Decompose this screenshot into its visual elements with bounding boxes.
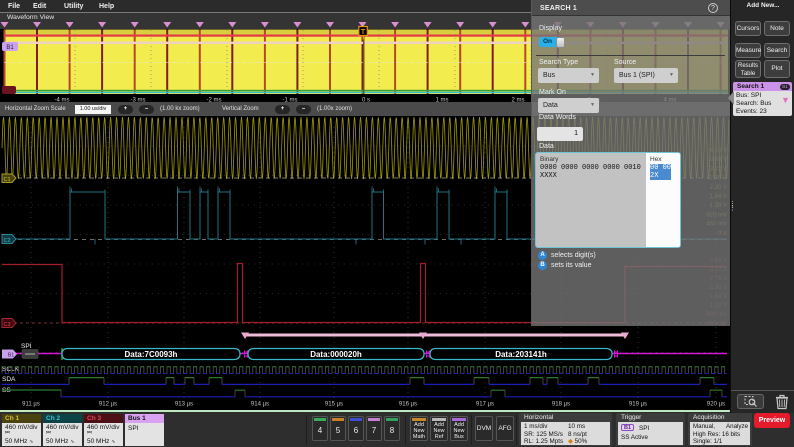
svg-text:914 µs: 914 µs <box>251 402 269 408</box>
svg-text:913 µs: 913 µs <box>175 402 193 408</box>
svg-text:917 µs: 917 µs <box>476 402 494 408</box>
svg-text:915 µs: 915 µs <box>325 402 343 408</box>
svg-text:C2: C2 <box>3 238 10 244</box>
svg-text:C3: C3 <box>3 322 10 328</box>
svg-text:SDA: SDA <box>2 376 16 383</box>
svg-text:SPI: SPI <box>21 343 32 350</box>
svg-text:920 µs: 920 µs <box>707 402 725 408</box>
svg-text:B1: B1 <box>6 45 14 51</box>
svg-text:Data:7C0093h: Data:7C0093h <box>125 350 178 359</box>
svg-text:911 µs: 911 µs <box>22 402 40 408</box>
svg-text:T: T <box>361 29 366 36</box>
svg-text:Data:000020h: Data:000020h <box>310 350 362 359</box>
svg-text:C1: C1 <box>3 177 10 183</box>
svg-text:B1: B1 <box>8 353 14 359</box>
svg-text:912 µs: 912 µs <box>99 402 117 408</box>
svg-text:918 µs: 918 µs <box>552 402 570 408</box>
svg-text:919 µs: 919 µs <box>629 402 647 408</box>
svg-text:Data:203141h: Data:203141h <box>495 350 547 359</box>
svg-text:916 µs: 916 µs <box>399 402 417 408</box>
